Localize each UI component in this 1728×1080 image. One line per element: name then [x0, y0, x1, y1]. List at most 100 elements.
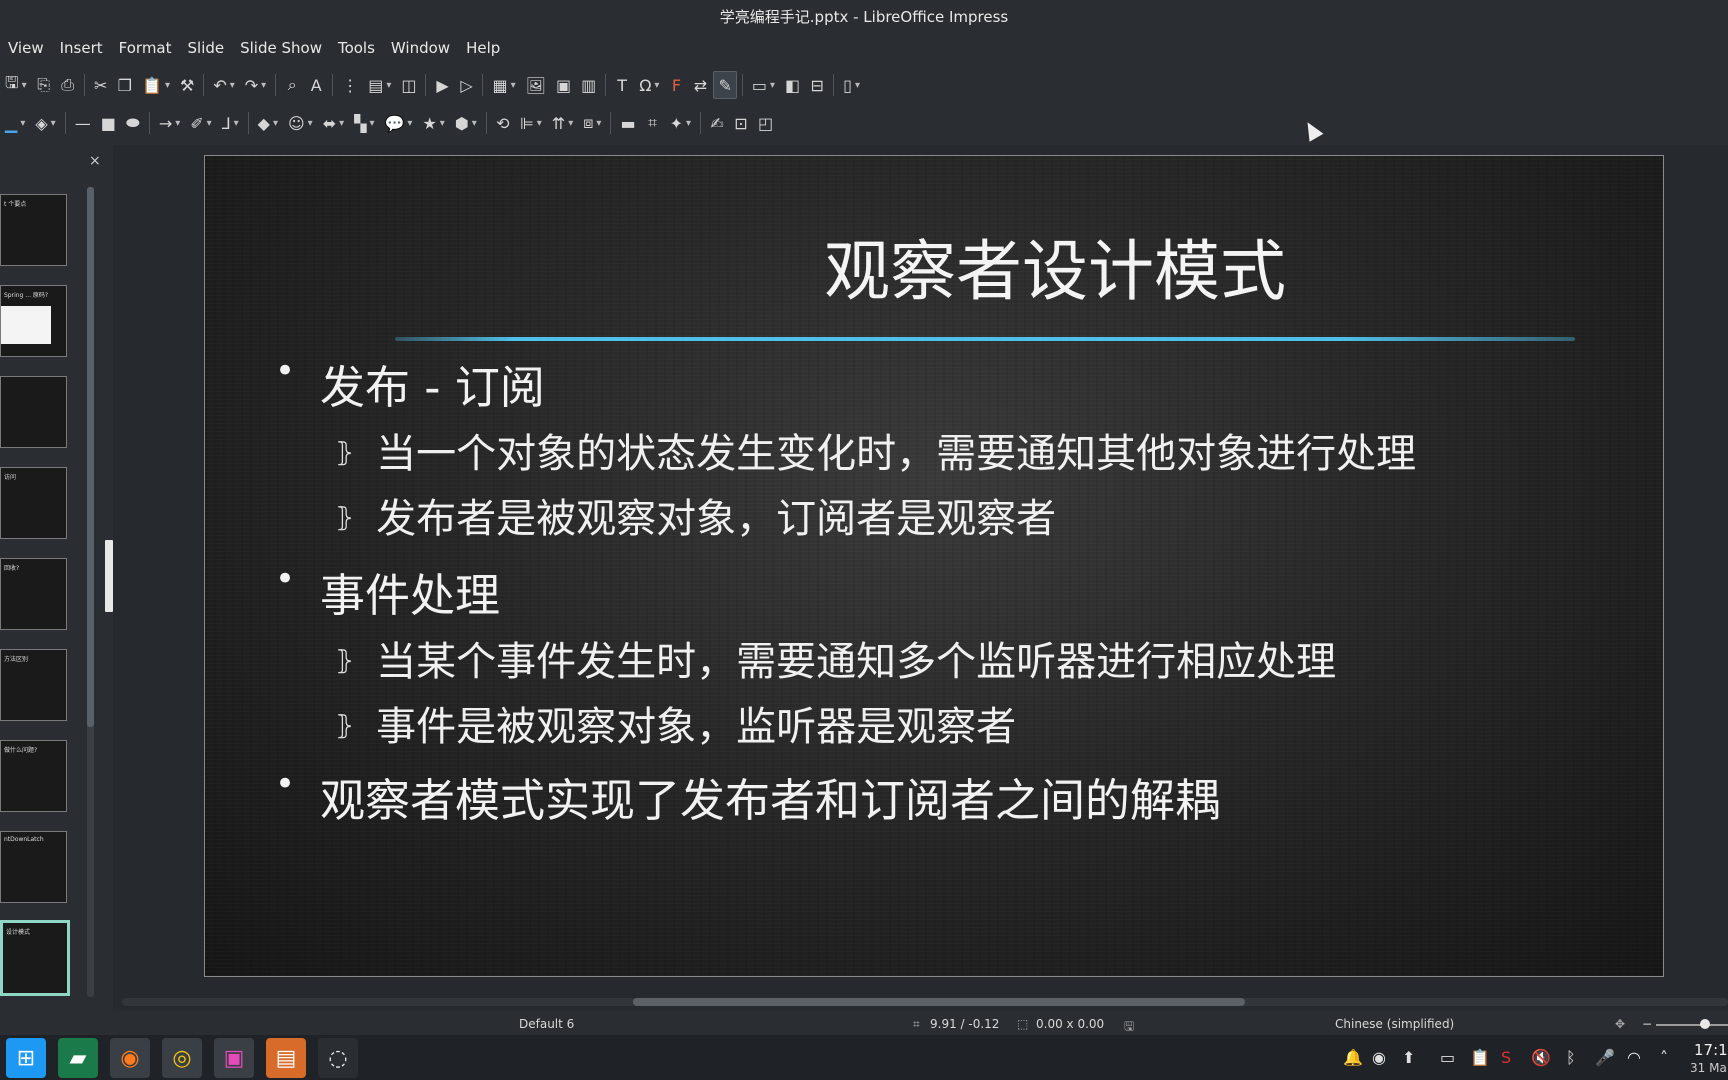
fill-color-icon[interactable]: ◈ [31, 109, 59, 137]
flowchart-icon[interactable]: ▚ [350, 109, 378, 137]
language-indicator[interactable]: Chinese (simplified) [1335, 1017, 1454, 1031]
display-views-icon[interactable]: ▤ [364, 71, 395, 99]
slide-thumbnail[interactable]: 回收? [0, 558, 67, 630]
cut-icon[interactable]: ✂ [90, 71, 112, 99]
insert-table-icon[interactable]: ▦ [488, 71, 519, 99]
symbol-shapes-icon[interactable]: ☺ [284, 109, 317, 137]
master-slide-name[interactable]: Default 6 [519, 1017, 574, 1031]
obs-tray-icon[interactable]: ◉ [1372, 1048, 1386, 1067]
fontwork-icon[interactable]: F [665, 71, 687, 99]
bullet-level2[interactable]: ⦄ 当某个事件发生时，需要通知多个监听器进行相应处理 [335, 629, 1336, 687]
shadow-icon[interactable]: ▬ [616, 109, 639, 137]
ellipse-icon[interactable]: ⬬ [122, 109, 144, 137]
bullet-level2[interactable]: ⦄ 当一个对象的状态发生变化时，需要通知其他对象进行处理 [335, 421, 1416, 479]
print-icon[interactable]: ⎙ [57, 71, 79, 99]
bullet-level2[interactable]: ⦄ 发布者是被观察对象，订阅者是观察者 [335, 486, 1056, 544]
wifi-icon[interactable]: ◠ [1627, 1048, 1641, 1067]
transitions-icon[interactable]: ◧ [781, 71, 804, 99]
slide-thumbnail[interactable] [0, 376, 67, 448]
zoom-out-button[interactable]: − [1642, 1017, 1652, 1031]
slide-thumbnail[interactable]: ntDownLatch [0, 831, 67, 903]
master-slide-icon[interactable]: ◫ [397, 71, 420, 99]
menu-insert[interactable]: Insert [52, 32, 111, 64]
distribute-icon[interactable]: ⧈ [579, 109, 605, 137]
filter-icon[interactable]: ✦ [666, 109, 695, 137]
bullet-level1[interactable]: 发布 - 订阅 [275, 351, 545, 416]
microphone-icon[interactable]: 🎤 [1595, 1048, 1615, 1067]
hide-slide-icon[interactable]: ⊟ [806, 71, 828, 99]
slide-thumbnail[interactable]: 方法区别 [0, 649, 67, 721]
volume-muted-icon[interactable]: 🔇 [1531, 1048, 1551, 1067]
thumbnail-scrollbar-handle[interactable] [87, 187, 94, 727]
menu-help[interactable]: Help [458, 32, 508, 64]
redo-icon[interactable]: ↷ [241, 71, 270, 99]
menu-tools[interactable]: Tools [330, 32, 383, 64]
find-replace-icon[interactable]: ⌕ [281, 71, 303, 99]
horizontal-scrollbar-handle[interactable] [633, 998, 1245, 1006]
notification-icon[interactable]: 🔔 [1343, 1048, 1363, 1067]
clock-time[interactable]: 17:1 [1694, 1041, 1728, 1059]
slide-thumbnail[interactable]: 访问 [0, 467, 67, 539]
bluetooth-icon[interactable]: ᛒ [1566, 1048, 1576, 1067]
bullet-level1[interactable]: 观察者模式实现了发布者和订阅者之间的解耦 [275, 764, 1220, 829]
undo-icon[interactable]: ↶ [209, 71, 238, 99]
connector-icon[interactable]: ⅃ [218, 109, 243, 137]
basic-shapes-icon[interactable]: ◆ [254, 109, 282, 137]
curve-icon[interactable]: ✐ [186, 109, 215, 137]
insert-media-icon[interactable]: ▣ [552, 71, 575, 99]
obs-icon[interactable]: ◌ [318, 1038, 358, 1078]
crop-icon[interactable]: ⌗ [642, 109, 664, 137]
callout-icon[interactable]: 💬 [380, 109, 416, 137]
arrange-icon[interactable]: ⇈ [548, 109, 577, 137]
slide-title[interactable]: 观察者设计模式 [205, 218, 1663, 314]
align-icon[interactable]: ⊫ [516, 109, 546, 137]
hyperlink-icon[interactable]: ⇄ [689, 71, 711, 99]
copy-icon[interactable]: ❐ [114, 71, 136, 99]
start-from-first-icon[interactable]: ▶ [431, 71, 453, 99]
menu-window[interactable]: Window [383, 32, 458, 64]
start-from-current-icon[interactable]: ▷ [455, 71, 477, 99]
chrome-icon[interactable]: ◎ [162, 1038, 202, 1078]
points-icon[interactable]: ✍ [706, 109, 728, 137]
rectangle-icon[interactable]: ■ [97, 109, 120, 137]
spelling-icon[interactable]: A [305, 71, 327, 99]
zoom-slider[interactable] [1656, 1024, 1728, 1026]
comment-icon[interactable]: ▭ [748, 71, 779, 99]
save-icon[interactable]: 🖫 [1, 71, 31, 99]
slide-layout-icon[interactable]: ▯ [839, 71, 864, 99]
export-pdf-icon[interactable]: ⎘ [33, 71, 55, 99]
intellij-icon[interactable]: ▣ [214, 1038, 254, 1078]
menu-slide-show[interactable]: Slide Show [232, 32, 330, 64]
tray-expand-icon[interactable]: ˄ [1660, 1048, 1668, 1067]
close-panel-icon[interactable]: × [89, 153, 101, 169]
panel-collapse-handle[interactable] [105, 540, 113, 612]
insert-image-icon[interactable]: 🖼 [522, 71, 550, 99]
clock-date[interactable]: 31 Ma [1690, 1061, 1727, 1075]
block-arrows-icon[interactable]: ⬌ [319, 109, 348, 137]
slide-thumbnail-selected[interactable]: 设计模式 [0, 920, 70, 996]
menu-slide[interactable]: Slide [180, 32, 233, 64]
insert-chart-icon[interactable]: ▥ [577, 71, 600, 99]
menu-view[interactable]: View [0, 32, 52, 64]
arrow-line-icon[interactable]: → [155, 109, 184, 137]
glue-points-icon[interactable]: ⊡ [730, 109, 752, 137]
special-character-icon[interactable]: Ω [635, 71, 663, 99]
slide-canvas[interactable]: 观察者设计模式 发布 - 订阅 ⦄ 当一个对象的状态发生变化时，需要通知其他对象进… [204, 155, 1664, 977]
line-icon[interactable]: — [71, 109, 95, 137]
menu-format[interactable]: Format [111, 32, 180, 64]
grid-icon[interactable]: ⋮ [338, 71, 362, 99]
clipboard-icon[interactable]: 📋 [1470, 1048, 1490, 1067]
bullet-level2[interactable]: ⦄ 事件是被观察对象，监听器是观察者 [335, 694, 1016, 752]
stars-icon[interactable]: ★ [418, 109, 448, 137]
terminal-icon[interactable]: ▭ [1440, 1048, 1455, 1067]
3d-objects-icon[interactable]: ⬢ [451, 109, 481, 137]
toggle-extrusion-icon[interactable]: ◰ [754, 109, 777, 137]
slide-thumbnail[interactable]: 做什么问题? [0, 740, 67, 812]
slide-thumbnail[interactable]: Spring ... 原码? [0, 285, 67, 357]
app-launcher-icon[interactable]: ⊞ [6, 1038, 46, 1078]
draw-line-icon[interactable]: ✎ [713, 71, 737, 99]
input-method-icon[interactable]: S [1501, 1048, 1511, 1067]
rotate-icon[interactable]: ⟲ [492, 109, 514, 137]
impress-icon[interactable]: ▤ [266, 1038, 306, 1078]
update-icon[interactable]: ⬆ [1402, 1048, 1415, 1067]
